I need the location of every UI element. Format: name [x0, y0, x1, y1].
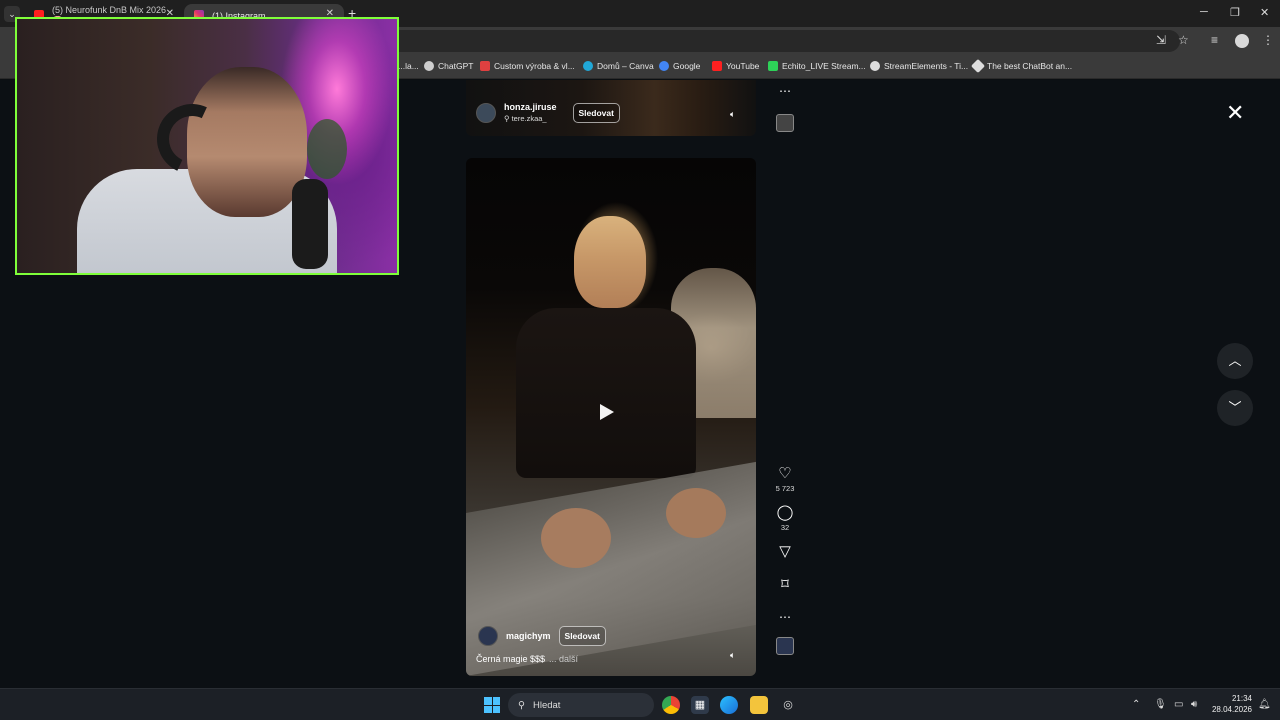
bookmark-kick[interactable]: Echito_LIVE Stream... — [768, 61, 866, 71]
reel-author: magichym Sledovat — [478, 626, 606, 646]
avatar[interactable] — [476, 102, 496, 123]
audio-thumbnail[interactable] — [776, 637, 794, 655]
notification-icon[interactable]: 🔔︎ — [1258, 699, 1271, 710]
close-icon[interactable]: ✕ — [1226, 100, 1244, 126]
minimize-button[interactable]: ─ — [1200, 6, 1208, 18]
google-icon — [659, 61, 669, 71]
store-icon[interactable]: ▦ — [691, 696, 709, 714]
microphone — [292, 179, 328, 269]
streamelements-icon — [870, 61, 880, 71]
speaker-icon[interactable]: 🔈︎ — [730, 109, 735, 120]
install-app-icon[interactable]: ⇲ — [1156, 33, 1166, 47]
comment-count: 32 — [780, 523, 790, 532]
clock-time: 21:34 — [1231, 694, 1252, 703]
chrome-icon[interactable] — [662, 696, 680, 714]
like-count: 5 723 — [775, 484, 795, 493]
kick-icon — [768, 61, 778, 71]
bookmark-custom[interactable]: Custom výroba & vl... — [480, 61, 575, 71]
username[interactable]: honza.jiruse — [504, 102, 557, 112]
reel-hand-left — [541, 508, 611, 568]
canva-icon — [583, 61, 593, 71]
comment-icon[interactable]: ◯ — [772, 505, 798, 520]
reel-person-head — [574, 216, 646, 308]
bookmark-chatbot[interactable]: The best ChatBot an... — [970, 58, 1072, 74]
clock-date: 28.04.2026 — [1211, 705, 1252, 714]
avatar[interactable] — [478, 626, 498, 646]
chatgpt-icon — [424, 61, 434, 71]
bookmark-icon[interactable]: ⌑ — [772, 577, 798, 592]
microphone-icon[interactable]: 🎙︎ — [1154, 699, 1167, 710]
follow-button[interactable]: Sledovat — [558, 626, 606, 646]
search-icon: ⚲ — [518, 699, 525, 711]
previous-reel[interactable]: honza.jiruse ⚲ tere.zkaa_ Sledovat 🔈︎ — [466, 80, 756, 136]
bookmark-chatgpt[interactable]: ChatGPT — [424, 61, 473, 71]
search-placeholder: Hledat — [532, 699, 561, 711]
plant — [307, 119, 347, 179]
heart-icon[interactable]: ♡ — [772, 466, 798, 481]
caption-text: Černá magie $$$ — [476, 654, 546, 664]
maximize-button[interactable]: ❐ — [1230, 6, 1240, 19]
previous-reel-actions: ⋯ — [772, 84, 798, 132]
more-icon[interactable]: ⋯ — [772, 84, 798, 99]
bookmark-streamelements[interactable]: StreamElements - Ti... — [870, 61, 968, 71]
chevron-down-icon[interactable]: ﹀ — [1217, 390, 1253, 426]
chevron-up-icon[interactable]: ︿ — [1217, 343, 1253, 379]
send-icon[interactable]: ▽ — [772, 544, 798, 559]
bookmark-youtube[interactable]: YouTube — [712, 61, 759, 71]
bookmark-google[interactable]: Google — [659, 61, 700, 71]
windows-taskbar: ⚲ Hledat ▦ ◎ ⌃ 🎙︎ ▭ 🔊︎ 21:34 28.04.2026 … — [0, 688, 1280, 720]
bookmark-favicon — [480, 61, 490, 71]
menu-icon[interactable]: ⋮ — [1262, 33, 1274, 47]
username[interactable]: magichym — [506, 631, 551, 641]
profile-avatar[interactable] — [1235, 34, 1249, 48]
reel-author: honza.jiruse ⚲ tere.zkaa_ Sledovat — [476, 102, 620, 123]
star-icon[interactable]: ☆ — [1178, 33, 1189, 47]
youtube-icon — [712, 61, 722, 71]
obs-icon[interactable]: ◎ — [779, 696, 797, 714]
current-reel[interactable]: magichym Sledovat Černá magie $$$ ... da… — [466, 158, 756, 676]
tray-overflow-icon[interactable]: ⌃ — [1132, 699, 1140, 710]
reel-actions: ♡ 5 723 ◯ 32 ▽ ⌑ ⋯ — [772, 466, 798, 655]
chatbot-icon — [970, 58, 986, 74]
close-window-button[interactable]: ✕ — [1260, 6, 1269, 19]
windows-start-icon[interactable] — [484, 697, 500, 713]
system-clock[interactable]: 21:34 28.04.2026 — [1210, 693, 1252, 715]
more-icon[interactable]: ⋯ — [772, 610, 798, 625]
webcam-overlay — [15, 17, 399, 275]
play-icon[interactable] — [600, 404, 614, 420]
more-link[interactable]: ... další — [549, 654, 578, 664]
follow-button[interactable]: Sledovat — [572, 102, 620, 123]
network-icon[interactable]: ▭ — [1174, 699, 1183, 710]
bookmark-item[interactable]: ...la... — [398, 61, 419, 71]
bookmark-canva[interactable]: Domů – Canva — [583, 61, 654, 71]
reel-hand-right — [666, 488, 726, 538]
speaker-icon[interactable]: 🔈︎ — [730, 650, 735, 661]
audio-thumbnail[interactable] — [776, 114, 794, 132]
volume-icon[interactable]: 🔊︎ — [1191, 699, 1197, 710]
taskbar-search[interactable]: ⚲ Hledat — [508, 693, 654, 717]
reel-caption: Černá magie $$$ ... další — [476, 654, 578, 664]
reading-list-icon[interactable]: ≡ — [1211, 33, 1218, 47]
folder-icon[interactable] — [750, 696, 768, 714]
reel-person-body — [516, 308, 696, 478]
edge-icon[interactable] — [720, 696, 738, 714]
collab-username[interactable]: ⚲ tere.zkaa_ — [504, 114, 557, 123]
